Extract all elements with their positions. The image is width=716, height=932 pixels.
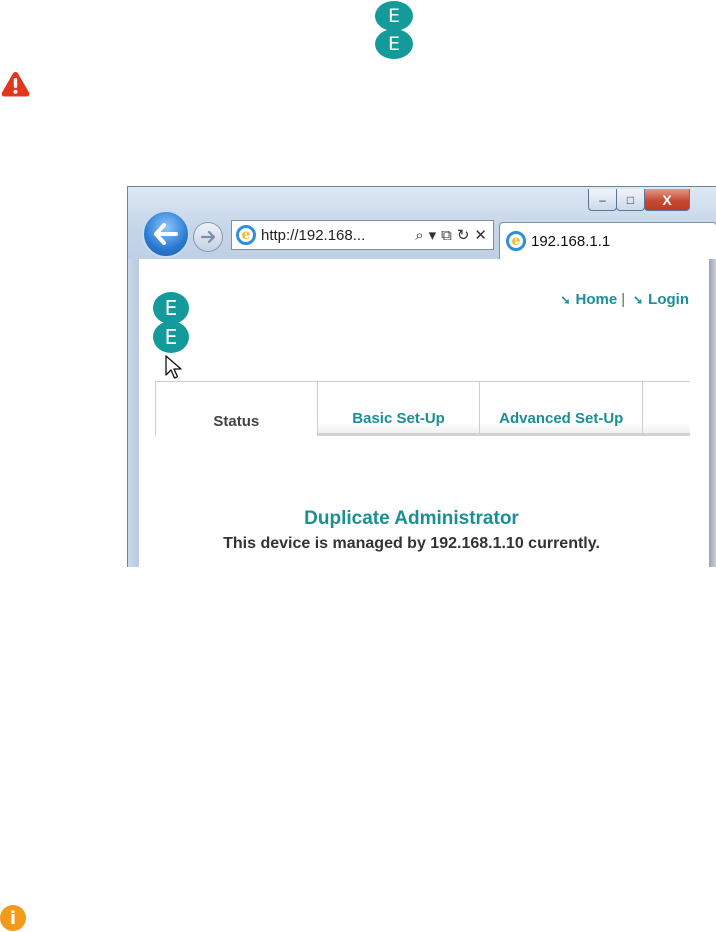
ee-logo: E E — [375, 1, 413, 59]
browser-tab[interactable]: e 192.168.1.1 — [499, 222, 716, 259]
compatibility-view-icon[interactable]: ⧉ — [441, 227, 452, 244]
search-icon[interactable]: ⌕ — [415, 227, 423, 244]
top-links: ➘ Home | ➘ Login — [560, 291, 689, 308]
tab-title: 192.168.1.1 — [531, 232, 611, 250]
ie-icon: e — [236, 225, 256, 245]
chevron-down-icon[interactable]: ▾ — [429, 226, 437, 244]
tab-basic-setup[interactable]: Basic Set-Up — [317, 382, 481, 436]
link-arrow-icon: ➘ — [560, 292, 571, 307]
browser-window: – □ X e http://192.168... ⌕ ▾ ⧉ ↻ ✕ e 19… — [127, 186, 716, 567]
back-arrow-icon — [154, 223, 178, 245]
refresh-icon[interactable]: ↻ — [457, 226, 470, 244]
status-message: This device is managed by 192.168.1.10 c… — [223, 535, 600, 552]
maximize-button[interactable]: □ — [616, 189, 645, 211]
back-button[interactable] — [142, 210, 190, 258]
info-icon: i — [0, 905, 26, 931]
tab-empty — [643, 382, 691, 436]
browser-frame-left — [128, 259, 139, 567]
minimize-button[interactable]: – — [588, 189, 617, 211]
ee-logo-letter-bottom: E — [375, 29, 413, 59]
ie-tab-icon: e — [506, 231, 526, 251]
home-link[interactable]: Home — [576, 291, 618, 308]
ee-page-logo[interactable]: E E — [153, 292, 189, 353]
window-controls: – □ X — [588, 189, 690, 211]
page-viewport: E E ➘ Home | ➘ Login Status Basic Set-Up… — [139, 259, 716, 567]
warning-icon — [1, 72, 30, 97]
mouse-cursor-icon — [165, 355, 182, 379]
nav-tabs: Status Basic Set-Up Advanced Set-Up — [155, 381, 691, 436]
stop-icon[interactable]: ✕ — [474, 226, 487, 244]
link-arrow-icon: ➘ — [633, 292, 644, 307]
close-button[interactable]: X — [644, 189, 690, 211]
link-separator: | — [621, 291, 626, 308]
ee-page-logo-letter-bottom: E — [153, 321, 189, 353]
address-bar[interactable]: e http://192.168... ⌕ ▾ ⧉ ↻ ✕ — [231, 220, 494, 250]
login-link[interactable]: Login — [648, 291, 689, 308]
page-title: Duplicate Administrator — [304, 508, 519, 529]
forward-button[interactable] — [193, 222, 223, 252]
tab-status[interactable]: Status — [155, 382, 318, 436]
address-text[interactable]: http://192.168... — [261, 227, 365, 244]
scrollbar[interactable] — [709, 259, 716, 567]
forward-arrow-icon — [200, 230, 216, 244]
ee-page-logo-letter-top: E — [153, 292, 189, 324]
ee-logo-letter-top: E — [375, 1, 413, 31]
tab-advanced-setup[interactable]: Advanced Set-Up — [480, 382, 644, 436]
